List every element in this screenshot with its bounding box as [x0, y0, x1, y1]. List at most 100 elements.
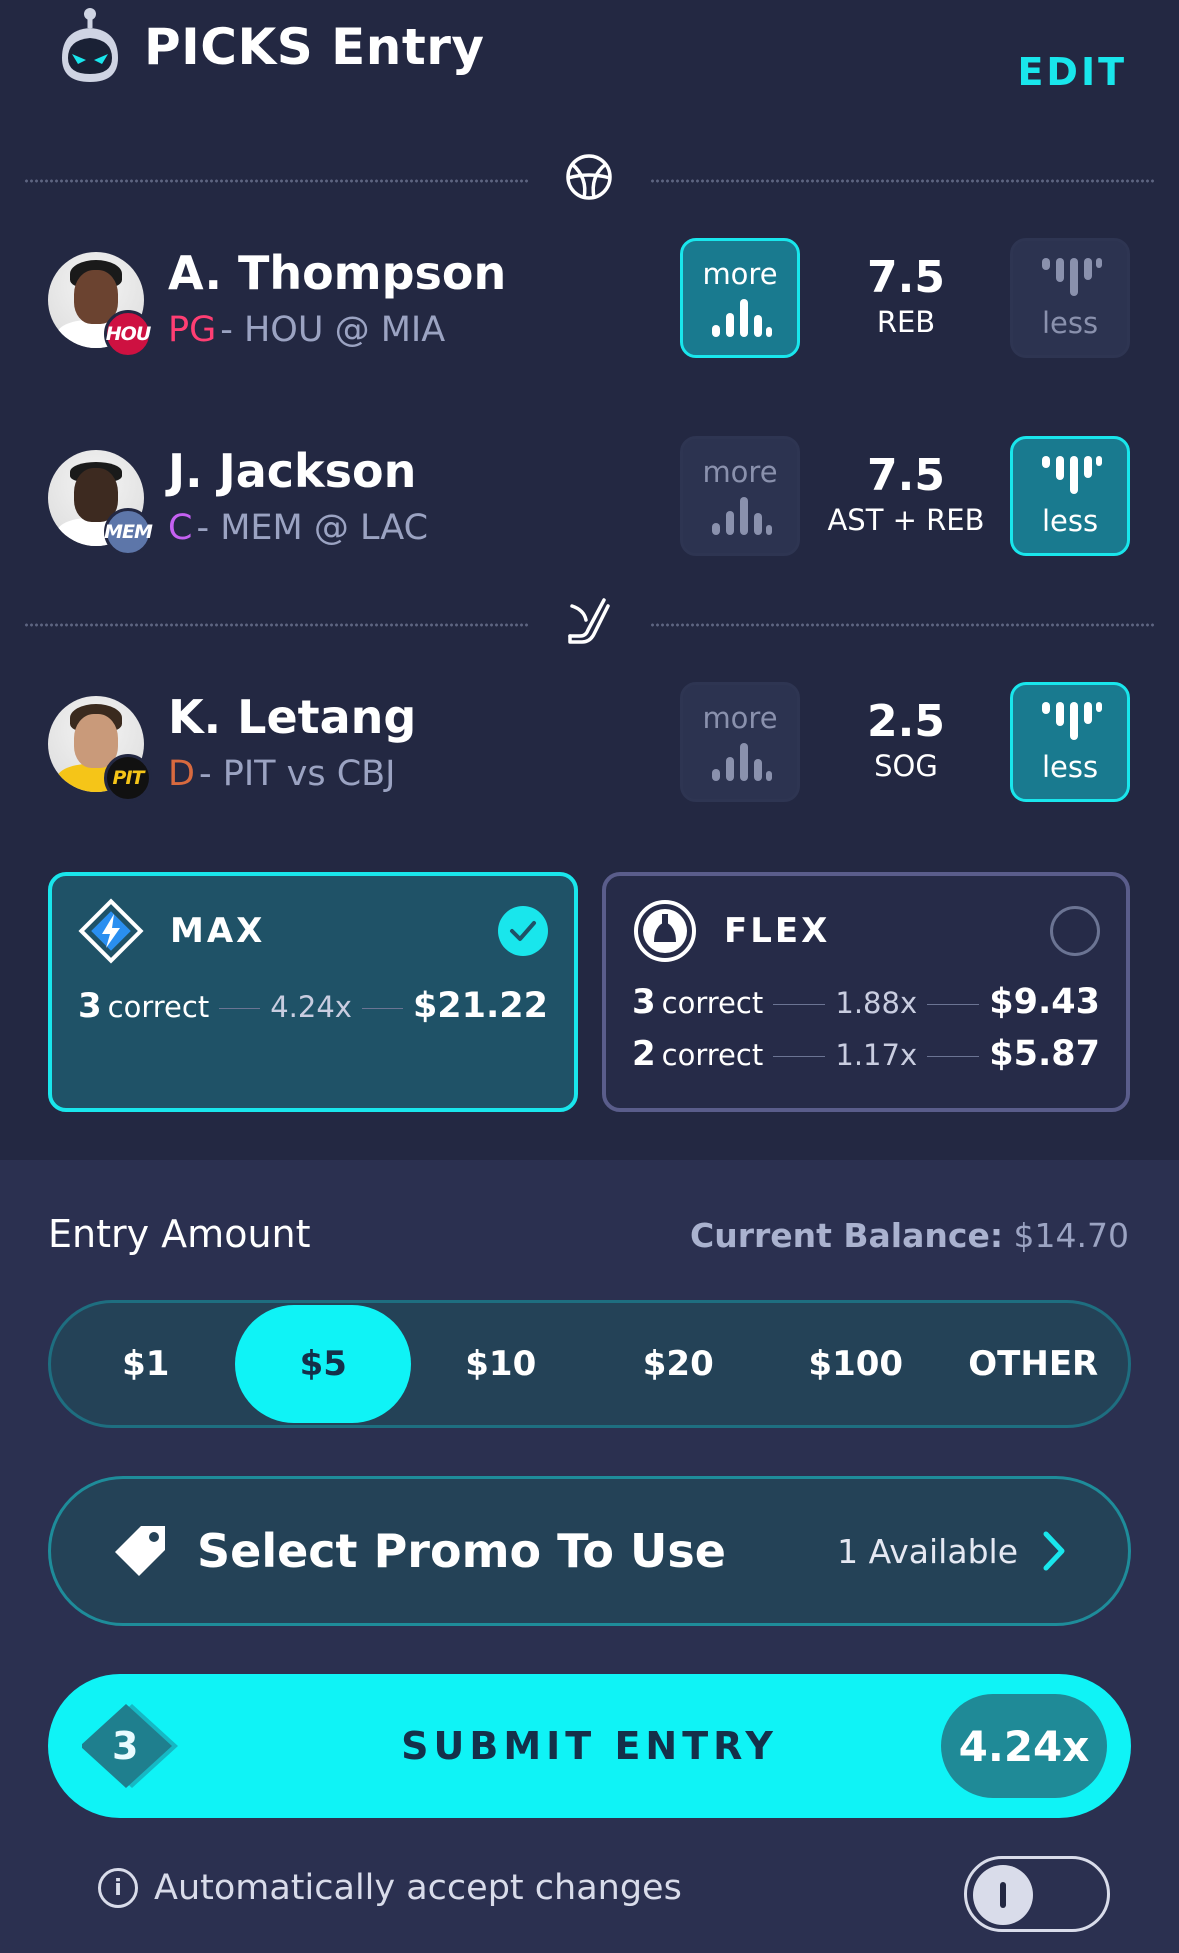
prop-line: 7.5 REB	[826, 252, 986, 339]
less-bars-icon	[1042, 258, 1102, 296]
entry-amount-label: Entry Amount	[48, 1212, 311, 1256]
submit-label: SUBMIT ENTRY	[401, 1724, 778, 1768]
payout-multiplier: 1.88x	[835, 986, 918, 1020]
more-button[interactable]: more	[680, 238, 800, 358]
entry-amount-selector: $1 $5 $10 $20 $100 OTHER	[48, 1300, 1131, 1428]
less-button[interactable]: less	[1010, 682, 1130, 802]
correct-count: 3	[78, 986, 102, 1026]
amount-option-1[interactable]: $1	[58, 1305, 234, 1423]
toggle-knob	[973, 1865, 1033, 1925]
less-button[interactable]: less	[1010, 436, 1130, 556]
submit-entry-button[interactable]: 3 SUBMIT ENTRY 4.24x	[48, 1674, 1131, 1818]
promo-label: Select Promo To Use	[197, 1524, 726, 1578]
amount-option-100[interactable]: $100	[768, 1305, 944, 1423]
player-matchup: - PIT vs CBJ	[198, 754, 396, 794]
more-bars-icon	[712, 743, 772, 781]
basketball-icon	[564, 152, 614, 202]
flex-payout-card[interactable]: FLEX 3 correct 1.88x $9.43 2 correct 1.1…	[602, 872, 1130, 1112]
player-name[interactable]: J. Jackson	[168, 444, 416, 498]
auto-accept-row: i Automatically accept changes	[98, 1868, 682, 1908]
less-label: less	[1041, 750, 1099, 784]
player-avatar: HOU	[48, 252, 152, 358]
player-name[interactable]: A. Thompson	[168, 246, 506, 300]
card-title: FLEX	[724, 911, 831, 951]
page-title: PICKS Entry	[144, 18, 485, 76]
more-label: more	[702, 455, 778, 489]
line-value: 7.5	[867, 252, 945, 303]
correct-word: correct	[107, 990, 210, 1024]
team-badge: MEM	[104, 508, 153, 556]
select-promo-button[interactable]: Select Promo To Use 1 Available	[48, 1476, 1131, 1626]
less-bars-icon	[1042, 456, 1102, 494]
more-button[interactable]: more	[680, 682, 800, 802]
line-value: 7.5	[867, 450, 945, 501]
more-label: more	[702, 701, 778, 735]
less-label: less	[1041, 306, 1099, 340]
payout-row: 2 correct 1.17x $5.87	[632, 1034, 1100, 1074]
hockey-icon	[564, 596, 614, 646]
player-matchup: - MEM @ LAC	[196, 508, 429, 548]
more-button[interactable]: more	[680, 436, 800, 556]
player-name[interactable]: K. Letang	[168, 690, 416, 744]
player-avatar: MEM	[48, 450, 153, 556]
stat-type: REB	[876, 305, 936, 339]
promo-available: 1 Available	[837, 1531, 1018, 1571]
radio-button[interactable]	[1050, 906, 1100, 956]
amount-option-10[interactable]: $10	[413, 1305, 589, 1423]
pick-count: 3	[112, 1724, 139, 1768]
amount-option-5[interactable]: $5	[235, 1305, 412, 1423]
chevron-right-icon	[1043, 1531, 1065, 1571]
auto-accept-label: Automatically accept changes	[154, 1868, 682, 1908]
team-badge: HOU	[104, 310, 152, 358]
prop-line: 7.5 AST + REB	[816, 450, 996, 537]
more-bars-icon	[712, 497, 772, 535]
section-divider	[24, 178, 530, 184]
current-balance: Current Balance: $14.70	[690, 1216, 1129, 1255]
prop-line: 2.5 SOG	[826, 696, 986, 783]
payout-amount: $9.43	[989, 982, 1101, 1022]
correct-count: 3	[632, 982, 656, 1022]
more-label: more	[702, 257, 778, 291]
auto-accept-toggle[interactable]	[964, 1856, 1110, 1932]
check-icon	[498, 906, 548, 956]
player-meta: D- PIT vs CBJ	[168, 754, 396, 794]
less-button[interactable]: less	[1010, 238, 1130, 358]
correct-word: correct	[661, 1038, 764, 1072]
player-avatar: PIT	[48, 696, 152, 802]
player-position: PG	[168, 310, 217, 350]
correct-count: 2	[632, 1034, 656, 1074]
player-matchup: - HOU @ MIA	[220, 310, 446, 350]
player-meta: C- MEM @ LAC	[168, 508, 428, 548]
info-icon[interactable]: i	[98, 1868, 138, 1908]
section-divider	[650, 178, 1156, 184]
max-payout-card[interactable]: MAX 3 correct 4.24x $21.22	[48, 872, 578, 1112]
player-meta: PG - HOU @ MIA	[168, 310, 445, 350]
card-title: MAX	[170, 911, 266, 951]
payout-multiplier: 4.24x	[270, 990, 352, 1024]
section-divider	[24, 622, 530, 628]
less-bars-icon	[1042, 702, 1102, 740]
section-divider	[650, 622, 1156, 628]
balance-label: Current Balance:	[689, 1216, 1004, 1255]
team-badge: PIT	[104, 754, 152, 802]
payout-multiplier: 1.17x	[835, 1038, 918, 1072]
payout-row: 3 correct 1.88x $9.43	[632, 982, 1100, 1022]
more-bars-icon	[712, 299, 772, 337]
payout-row: 3 correct 4.24x $21.22	[78, 986, 548, 1026]
less-label: less	[1041, 504, 1099, 538]
player-position: D	[168, 754, 195, 794]
lightning-diamond-icon	[78, 898, 144, 964]
correct-word: correct	[661, 986, 764, 1020]
edit-button[interactable]: EDIT	[1017, 50, 1127, 94]
stat-type: SOG	[874, 749, 938, 783]
tag-icon	[115, 1526, 165, 1576]
player-position: C	[168, 508, 193, 548]
payout-amount: $21.22	[412, 986, 549, 1026]
stat-type: AST + REB	[827, 503, 985, 537]
line-value: 2.5	[867, 696, 945, 747]
payout-amount: $5.87	[989, 1034, 1101, 1074]
balance-value: $14.70	[1013, 1216, 1129, 1255]
amount-option-other[interactable]: OTHER	[945, 1305, 1121, 1423]
amount-option-20[interactable]: $20	[590, 1305, 766, 1423]
app-logo-icon	[56, 8, 124, 86]
